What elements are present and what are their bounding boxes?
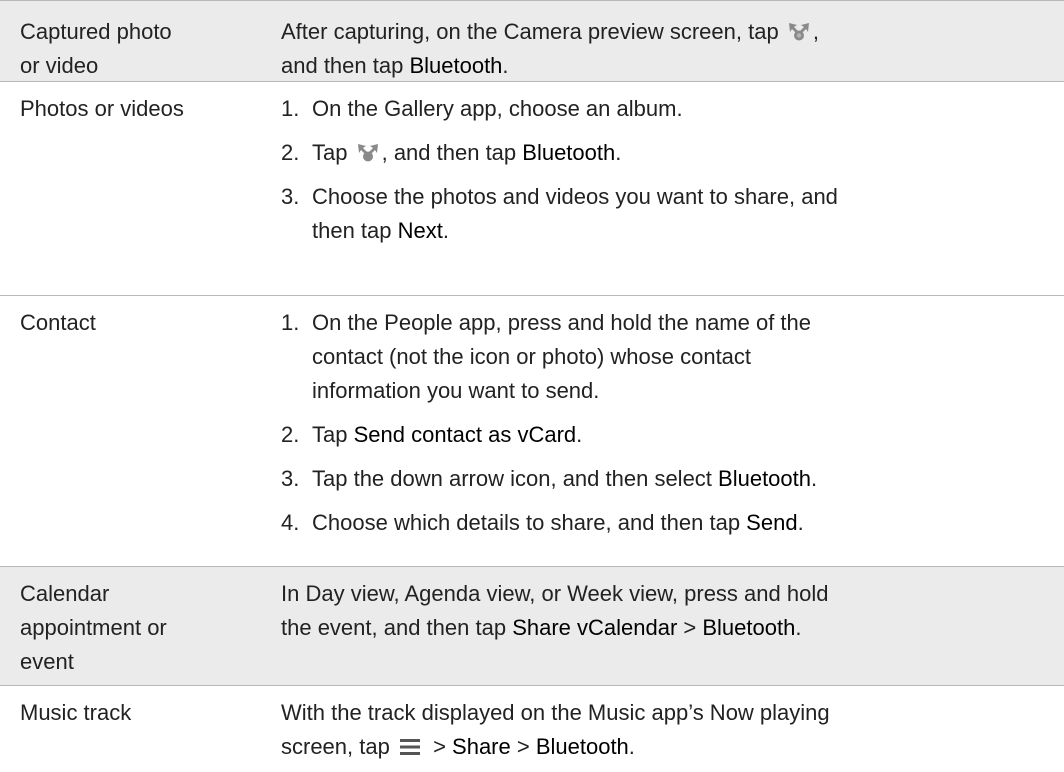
step-text: On the Gallery app, choose an album. xyxy=(312,96,683,121)
description-line: After capturing, on the Camera preview s… xyxy=(281,15,1051,49)
step-number: 2. xyxy=(281,140,300,165)
description-line: With the track displayed on the Music ap… xyxy=(281,700,830,725)
text-span: Tap xyxy=(312,422,354,447)
ui-term-bluetooth: Bluetooth xyxy=(702,615,796,640)
step-text: Choose the photos and videos you want to… xyxy=(312,184,838,209)
row-label: Captured photo or video xyxy=(20,15,242,83)
text-span: . xyxy=(576,422,583,447)
step-text: then tap Next. xyxy=(312,214,1051,248)
row-label: Music track xyxy=(20,700,132,725)
step-text: information you want to send. xyxy=(312,378,600,403)
row-label-line: Calendar xyxy=(20,581,110,606)
text-span: then tap xyxy=(312,218,398,243)
ui-term-bluetooth: Bluetooth xyxy=(535,734,629,759)
ui-term-bluetooth: Bluetooth xyxy=(522,140,616,165)
text-span: . xyxy=(628,734,635,759)
step-number: 3. xyxy=(281,184,300,209)
steps-list: 1. On the People app, press and hold the… xyxy=(281,306,1051,540)
bluetooth-sharing-table: Captured photo or video After capturing,… xyxy=(0,0,1064,772)
text-span: . xyxy=(502,53,509,78)
text-span: Tap xyxy=(312,140,354,165)
row-label-line: Captured photo xyxy=(20,19,172,44)
ui-term-bluetooth: Bluetooth xyxy=(718,466,811,491)
ui-term-send: Send xyxy=(746,510,798,535)
step-text: contact (not the icon or photo) whose co… xyxy=(312,344,752,369)
row-label-line: or video xyxy=(20,53,99,78)
ui-term-bluetooth: Bluetooth xyxy=(409,53,503,78)
text-span: . xyxy=(797,510,804,535)
step-number: 1. xyxy=(281,310,300,335)
description-line: the event, and then tap Share vCalendar … xyxy=(281,611,1051,645)
text-span: and then tap xyxy=(281,53,410,78)
text-span: , and then tap xyxy=(381,140,523,165)
row-description: With the track displayed on the Music ap… xyxy=(281,696,1051,764)
row-label-line: event xyxy=(20,649,74,674)
row-label: Photos or videos xyxy=(20,96,184,121)
table-row-calendar: Calendar appointment or event In Day vie… xyxy=(0,566,1064,685)
ui-term-share: Share xyxy=(452,734,511,759)
step-item: 3. Tap the down arrow icon, and then sel… xyxy=(281,462,1051,496)
menu-icon xyxy=(399,739,420,755)
description-line: In Day view, Agenda view, or Week view, … xyxy=(281,581,829,606)
text-span: the event, and then tap xyxy=(281,615,513,640)
step-item: 1. On the People app, press and hold the… xyxy=(281,306,1051,408)
text-span: Choose which details to share, and then … xyxy=(312,510,747,535)
table-row-photos-videos: Photos or videos 1. On the Gallery app, … xyxy=(0,81,1064,295)
step-number: 2. xyxy=(281,422,300,447)
description-line: screen, tap > Share > Bluetooth. xyxy=(281,730,1051,764)
text-span: , xyxy=(812,19,819,44)
text-span: . xyxy=(795,615,802,640)
share-icon xyxy=(788,23,809,41)
step-item: 4. Choose which details to share, and th… xyxy=(281,506,1051,540)
table-row-music: Music track With the track displayed on … xyxy=(0,685,1064,772)
row-label-line: appointment or xyxy=(20,615,167,640)
description-line: and then tap Bluetooth. xyxy=(281,49,1051,83)
row-description: After capturing, on the Camera preview s… xyxy=(281,15,1051,83)
text-span: Tap the down arrow icon, and then select xyxy=(312,466,719,491)
text-span: > xyxy=(677,615,703,640)
ui-term-share-vcalendar: Share vCalendar xyxy=(512,615,678,640)
step-number: 4. xyxy=(281,510,300,535)
table-row-contact: Contact 1. On the People app, press and … xyxy=(0,295,1064,566)
text-span: After capturing, on the Camera preview s… xyxy=(281,19,785,44)
step-number: 1. xyxy=(281,96,300,121)
text-span: > xyxy=(426,734,453,759)
row-description: In Day view, Agenda view, or Week view, … xyxy=(281,577,1051,645)
ui-term-next: Next xyxy=(397,218,443,243)
share-icon xyxy=(357,144,378,162)
step-number: 3. xyxy=(281,466,300,491)
steps-list: 1. On the Gallery app, choose an album. … xyxy=(281,92,1051,248)
table-row-captured-photo: Captured photo or video After capturing,… xyxy=(0,0,1064,81)
row-label: Contact xyxy=(20,310,96,335)
step-item: 1. On the Gallery app, choose an album. xyxy=(281,92,1051,126)
row-label: Calendar appointment or event xyxy=(20,577,242,679)
step-item: 2. Tap , and then tap Bluetooth. xyxy=(281,136,1051,170)
text-span: > xyxy=(510,734,536,759)
text-span: . xyxy=(442,218,450,243)
ui-term-send-vcard: Send contact as vCard xyxy=(353,422,577,447)
text-span: screen, tap xyxy=(281,734,396,759)
text-span: . xyxy=(615,140,622,165)
step-item: 3. Choose the photos and videos you want… xyxy=(281,180,1051,248)
text-span: . xyxy=(811,466,818,491)
step-item: 2. Tap Send contact as vCard. xyxy=(281,418,1051,452)
step-text: On the People app, press and hold the na… xyxy=(312,310,812,335)
